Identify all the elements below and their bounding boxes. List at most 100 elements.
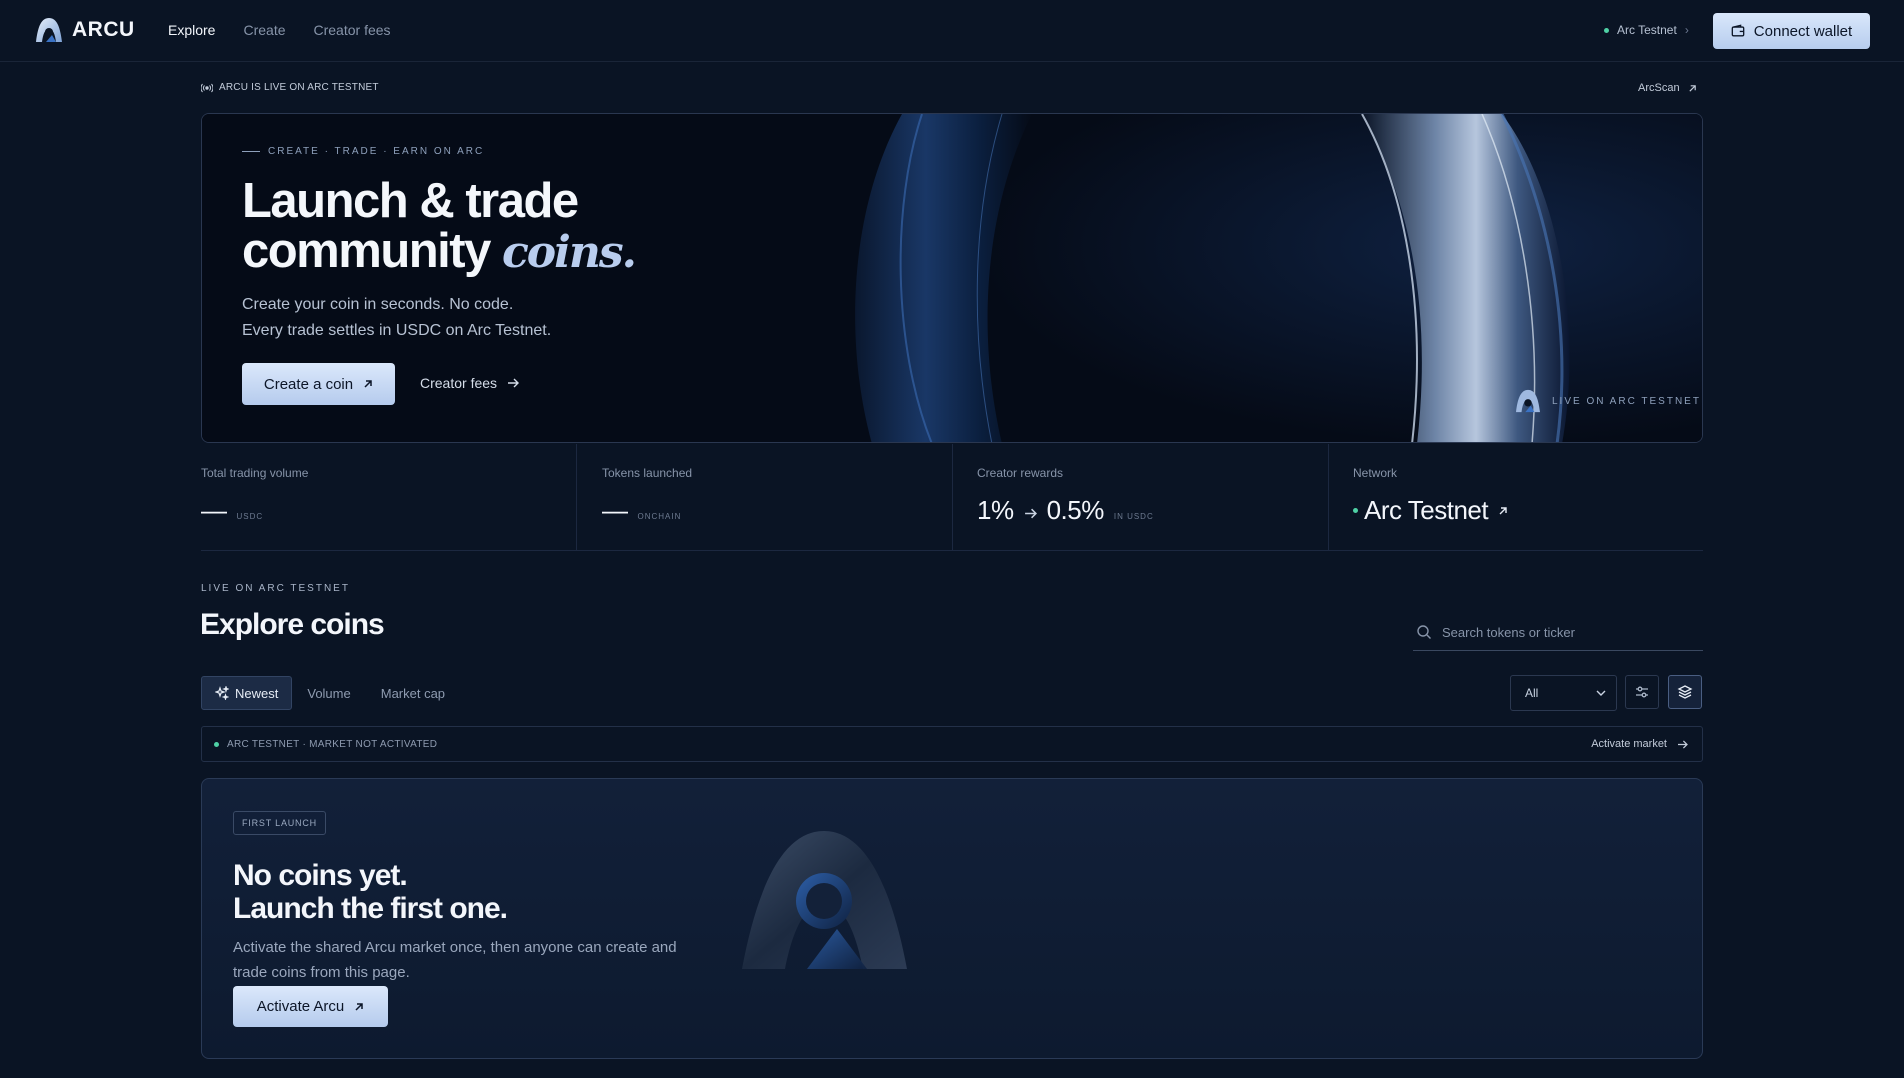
hero-ring-artwork <box>202 114 1702 442</box>
hero-title-italic: coins. <box>502 227 637 278</box>
stat-unit: USDC <box>236 512 264 521</box>
arcu-logo-icon <box>1516 389 1540 413</box>
network-selector[interactable]: Arc Testnet › <box>1604 23 1689 37</box>
arrow-up-right-icon <box>1499 506 1507 514</box>
stat-number: — <box>602 495 628 525</box>
market-status: ARC TESTNET · MARKET NOT ACTIVATED <box>214 739 437 750</box>
explore-eyebrow: LIVE ON ARC TESTNET <box>201 583 350 594</box>
announcement-text: ARCU IS LIVE ON ARC TESTNET <box>219 82 379 93</box>
arrow-right-icon <box>1024 508 1037 519</box>
hero-subtitle-line2: Every trade settles in USDC on Arc Testn… <box>242 322 552 339</box>
sliders-icon <box>1636 686 1648 698</box>
wallet-icon <box>1731 24 1745 37</box>
brand-name: ARCU <box>72 18 135 41</box>
tab-newest[interactable]: Newest <box>201 676 293 710</box>
main-nav: Explore Create Creator fees <box>168 22 391 38</box>
creator-fees-link[interactable]: Creator fees <box>420 375 520 391</box>
arcscan-label: ArcScan <box>1638 82 1680 94</box>
hero-network-badge: LIVE ON ARC TESTNET <box>1514 389 1701 413</box>
nav-link-explore[interactable]: Explore <box>168 22 215 38</box>
tab-volume[interactable]: Volume <box>292 676 365 710</box>
stat-value: — USDC <box>201 495 263 526</box>
network-name: Arc Testnet <box>1617 23 1677 37</box>
tab-volume-label: Volume <box>307 685 351 701</box>
arcu-3d-logo-icon <box>742 831 907 969</box>
market-status-text: ARC TESTNET · MARKET NOT ACTIVATED <box>227 738 438 750</box>
stat-value: Arc Testnet <box>1353 495 1508 526</box>
tab-market-cap[interactable]: Market cap <box>366 676 460 710</box>
status-dot <box>214 741 219 747</box>
layers-icon <box>1677 685 1693 699</box>
network-status-dot <box>1353 508 1358 513</box>
arrow-up-right-icon <box>355 1002 364 1011</box>
stat-value: 1% 0.5% IN USDC <box>977 495 1154 526</box>
stat-network-name: Arc Testnet <box>1364 495 1489 525</box>
hero-eyebrow-text: CREATE · TRADE · EARN ON ARC <box>268 146 485 157</box>
live-announcement: ARCU IS LIVE ON ARC TESTNET <box>201 82 379 93</box>
hero-section: CREATE · TRADE · EARN ON ARC Launch & tr… <box>201 113 1703 443</box>
empty-title-line1: No coins yet. <box>233 859 408 892</box>
create-coin-label: Create a coin <box>263 375 354 393</box>
stat-rate-to: 0.5% <box>1046 495 1105 525</box>
activate-market-label: Activate market <box>1591 738 1667 750</box>
brand-logo[interactable]: ARCU <box>34 17 135 43</box>
empty-state-card: FIRST LAUNCH No coins yet. Launch the fi… <box>201 778 1703 1059</box>
stats-bar: Total trading volume — USDC Tokens launc… <box>201 444 1703 551</box>
empty-state-title: No coins yet. Launch the first one. <box>233 859 733 925</box>
hero-subtitle-line1: Create your coin in seconds. No code. <box>242 296 514 313</box>
search-input[interactable] <box>1442 624 1682 640</box>
stat-value: — ONCHAIN <box>602 495 681 526</box>
arcscan-link[interactable]: ArcScan <box>1638 82 1697 94</box>
empty-title-line2: Launch the first one. <box>233 892 508 925</box>
empty-state-subtitle: Activate the shared Arcu market once, th… <box>233 939 677 981</box>
stat-total-volume: Total trading volume — USDC <box>201 444 576 551</box>
activate-market-link[interactable]: Activate market <box>1591 738 1688 750</box>
hero-eyebrow: CREATE · TRADE · EARN ON ARC <box>242 146 484 157</box>
chevron-down-icon <box>1596 690 1606 696</box>
creator-fees-label: Creator fees <box>420 375 498 391</box>
sort-tabs: Newest Volume Market cap <box>201 676 460 710</box>
sparkle-icon <box>215 686 229 700</box>
create-coin-button[interactable]: Create a coin <box>242 363 395 405</box>
stat-label: Creator rewards <box>977 466 1064 480</box>
arrow-right-icon <box>1678 739 1688 749</box>
arcu-logo-icon <box>36 18 62 42</box>
hero-title-line2: community <box>242 224 491 278</box>
activate-arcu-button[interactable]: Activate Arcu <box>233 986 388 1027</box>
filter-value: All <box>1525 686 1539 700</box>
hero-badge-text: LIVE ON ARC TESTNET <box>1552 395 1701 407</box>
explore-title: Explore coins <box>200 608 385 641</box>
stat-rate-from: 1% <box>977 495 1014 525</box>
market-status-bar: ARC TESTNET · MARKET NOT ACTIVATED Activ… <box>201 726 1703 762</box>
connect-wallet-button[interactable]: Connect wallet <box>1713 13 1870 49</box>
activate-arcu-label: Activate Arcu <box>256 998 345 1015</box>
nav-link-creator-fees[interactable]: Creator fees <box>314 22 391 38</box>
hero-title-line1: Launch & trade <box>242 174 579 228</box>
stat-network[interactable]: Network Arc Testnet <box>1329 444 1703 551</box>
network-status-dot <box>1604 27 1609 33</box>
connect-wallet-label: Connect wallet <box>1753 22 1853 40</box>
top-navigation: ARCU Explore Create Creator fees Arc Tes… <box>0 0 1904 62</box>
hero-title: Launch & trade community coins. <box>242 176 742 278</box>
chevron-right-icon: › <box>1684 23 1689 37</box>
eyebrow-divider <box>242 151 260 152</box>
stat-label: Network <box>1353 466 1398 480</box>
arrow-up-right-icon <box>364 380 372 388</box>
nav-link-create[interactable]: Create <box>243 22 285 38</box>
arrow-right-icon <box>508 378 520 388</box>
filter-dropdown[interactable]: All <box>1510 675 1617 711</box>
stat-creator-rewards: Creator rewards 1% 0.5% IN USDC <box>953 444 1328 551</box>
first-launch-badge: FIRST LAUNCH <box>233 811 326 835</box>
hero-subtitle: Create your coin in seconds. No code. Ev… <box>242 292 642 344</box>
stat-label: Total trading volume <box>201 466 309 480</box>
layers-view-button[interactable] <box>1668 675 1702 709</box>
stat-label: Tokens launched <box>602 466 693 480</box>
stat-unit: ONCHAIN <box>637 512 682 521</box>
filter-settings-button[interactable] <box>1625 675 1659 709</box>
arrow-up-right-icon <box>1688 84 1696 92</box>
broadcast-icon <box>201 83 213 92</box>
stat-unit: IN USDC <box>1113 512 1154 521</box>
stat-number: — <box>201 495 227 525</box>
search-icon <box>1417 625 1431 639</box>
tab-newest-label: Newest <box>235 685 279 701</box>
